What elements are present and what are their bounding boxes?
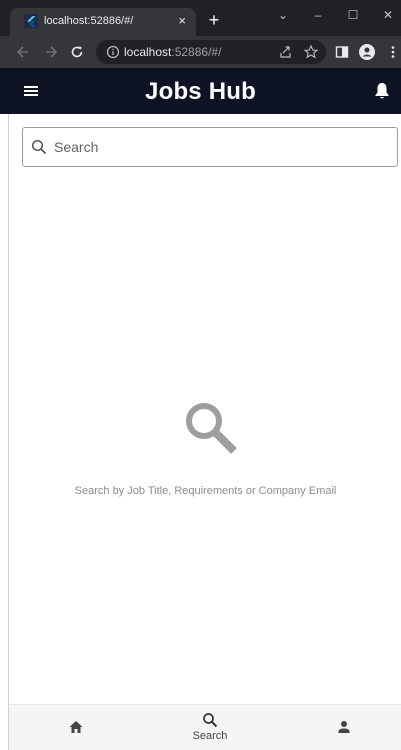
search-icon: [202, 712, 218, 728]
page-title: Jobs Hub: [145, 78, 256, 105]
reload-icon[interactable]: [68, 43, 86, 61]
search-input[interactable]: [54, 137, 374, 157]
maximize-button[interactable]: ☐: [346, 8, 360, 22]
star-icon[interactable]: [303, 44, 319, 60]
url-text: localhost:52886/#/: [124, 45, 222, 59]
nav-item-search[interactable]: Search: [165, 705, 255, 750]
address-bar[interactable]: localhost:52886/#/: [96, 40, 326, 64]
search-field[interactable]: [22, 127, 398, 167]
nav-label-search: Search: [192, 730, 228, 742]
empty-state-search-icon: [179, 396, 241, 458]
tab-title: localhost:52886/#/: [44, 15, 134, 27]
nav-item-profile[interactable]: [299, 705, 389, 750]
bell-icon[interactable]: [373, 81, 391, 101]
nav-item-home[interactable]: [31, 705, 121, 750]
back-icon[interactable]: [14, 43, 32, 61]
person-icon: [336, 719, 352, 735]
app-header: Jobs Hub: [0, 68, 401, 114]
minimize-button[interactable]: –: [311, 8, 325, 22]
new-tab-button[interactable]: +: [206, 11, 222, 29]
share-icon[interactable]: [278, 44, 294, 60]
forward-icon[interactable]: [42, 43, 60, 61]
search-page: Search by Job Title, Requirements or Com…: [8, 114, 401, 704]
home-icon: [68, 719, 84, 735]
browser-tab[interactable]: localhost:52886/#/ ×: [10, 8, 196, 36]
info-icon[interactable]: [106, 45, 120, 59]
empty-state-message: Search by Job Title, Requirements or Com…: [74, 485, 337, 497]
side-panel-icon[interactable]: [333, 43, 351, 61]
window-close-button[interactable]: ✕: [381, 8, 395, 22]
search-icon: [31, 139, 47, 155]
app-window: localhost:52886/#/ × + ⌄ – ☐ ✕ localhost…: [0, 0, 401, 750]
flutter-favicon-icon: [24, 14, 38, 28]
more-icon[interactable]: [384, 43, 401, 61]
browser-toolbar: localhost:52886/#/: [0, 36, 401, 68]
tab-close-button[interactable]: ×: [178, 13, 186, 29]
tab-search-chevron-icon[interactable]: ⌄: [276, 8, 290, 22]
bottom-navigation: Search: [8, 704, 401, 750]
profile-icon[interactable]: [358, 43, 376, 61]
browser-tab-bar: localhost:52886/#/ × + ⌄ – ☐ ✕: [0, 0, 401, 36]
